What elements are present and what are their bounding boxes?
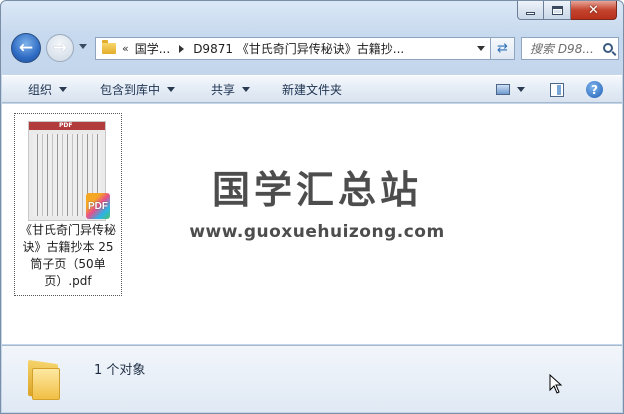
thumbnail-header: PDF: [29, 122, 105, 130]
command-bar: 组织 包含到库中 共享 新建文件夹 ?: [2, 75, 622, 103]
include-library-label: 包含到库中: [100, 83, 161, 97]
help-icon: ?: [586, 81, 603, 98]
watermark-title: 国学汇总站: [211, 168, 422, 212]
watermark: 国学汇总站 www.guoxuehuizong.com: [152, 164, 482, 242]
recent-pages-dropdown[interactable]: [79, 44, 87, 49]
thumbnail-header-label: PDF: [59, 122, 73, 129]
share-label: 共享: [211, 83, 236, 97]
refresh-button[interactable]: ⇄: [491, 37, 515, 60]
share-menu[interactable]: 共享: [211, 76, 251, 103]
preview-pane-icon: [550, 82, 564, 97]
search-input[interactable]: 搜索 D98...: [530, 40, 594, 57]
maximize-button[interactable]: [544, 1, 571, 20]
navigation-bar: ← → « 国学... D9871 《甘氏奇门异传秘诀》古籍抄... ⇄ 搜索 …: [9, 33, 619, 65]
organize-menu[interactable]: 组织: [28, 76, 68, 103]
include-in-library-menu[interactable]: 包含到库中: [100, 76, 176, 103]
forward-button[interactable]: →: [46, 34, 74, 62]
view-icon: [496, 84, 510, 95]
breadcrumb-overflow[interactable]: «: [122, 42, 129, 55]
address-history-dropdown[interactable]: [477, 46, 485, 51]
back-button[interactable]: ←: [11, 33, 41, 63]
mouse-cursor-icon: [549, 374, 563, 394]
breadcrumb-separator-icon[interactable]: [179, 44, 185, 53]
folder-icon: [102, 40, 116, 54]
search-box[interactable]: 搜索 D98...: [521, 37, 619, 60]
chevron-down-icon: [242, 87, 251, 92]
chevron-down-icon: [59, 87, 68, 92]
breadcrumb-item-current[interactable]: D9871 《甘氏奇门异传秘诀》古籍抄...: [193, 40, 404, 57]
preview-pane-button[interactable]: [550, 76, 564, 103]
chevron-down-icon: [167, 87, 176, 92]
minimize-icon: [526, 11, 535, 15]
forward-arrow-icon: →: [52, 37, 68, 58]
chevron-down-icon: [517, 87, 525, 92]
details-pane: 1 个对象: [2, 345, 622, 412]
address-bar[interactable]: « 国学... D9871 《甘氏奇门异传秘诀》古籍抄...: [95, 37, 491, 60]
new-folder-button[interactable]: 新建文件夹: [282, 76, 342, 103]
object-count: 1 个对象: [94, 363, 146, 378]
organize-label: 组织: [28, 83, 53, 97]
file-list[interactable]: PDF PDF 《甘氏奇门异传秘诀》古籍抄本 25筒子页（50单页）.pdf 国…: [2, 104, 622, 344]
close-button[interactable]: ✕: [571, 1, 617, 20]
new-folder-label: 新建文件夹: [282, 83, 343, 97]
maximize-icon: [551, 5, 563, 15]
explorer-window: ✕ ← → « 国学... D9871 《甘氏奇门异传秘诀》古籍抄... ⇄ 搜…: [0, 0, 624, 414]
folder-icon: [28, 358, 64, 401]
refresh-icon: ⇄: [497, 41, 508, 56]
back-arrow-icon: ←: [18, 37, 34, 58]
file-item[interactable]: PDF PDF 《甘氏奇门异传秘诀》古籍抄本 25筒子页（50单页）.pdf: [14, 113, 122, 296]
file-name[interactable]: 《甘氏奇门异传秘诀》古籍抄本 25筒子页（50单页）.pdf: [17, 222, 119, 290]
caption-buttons: ✕: [517, 1, 617, 21]
change-view-button[interactable]: [496, 76, 525, 103]
watermark-url: www.guoxuehuizong.com: [189, 222, 445, 242]
pdf-icon: PDF: [86, 193, 110, 219]
close-icon: ✕: [588, 2, 599, 18]
search-icon: [603, 43, 613, 53]
help-button[interactable]: ?: [586, 76, 603, 103]
breadcrumb-item[interactable]: 国学...: [135, 40, 170, 57]
minimize-button[interactable]: [517, 1, 544, 20]
